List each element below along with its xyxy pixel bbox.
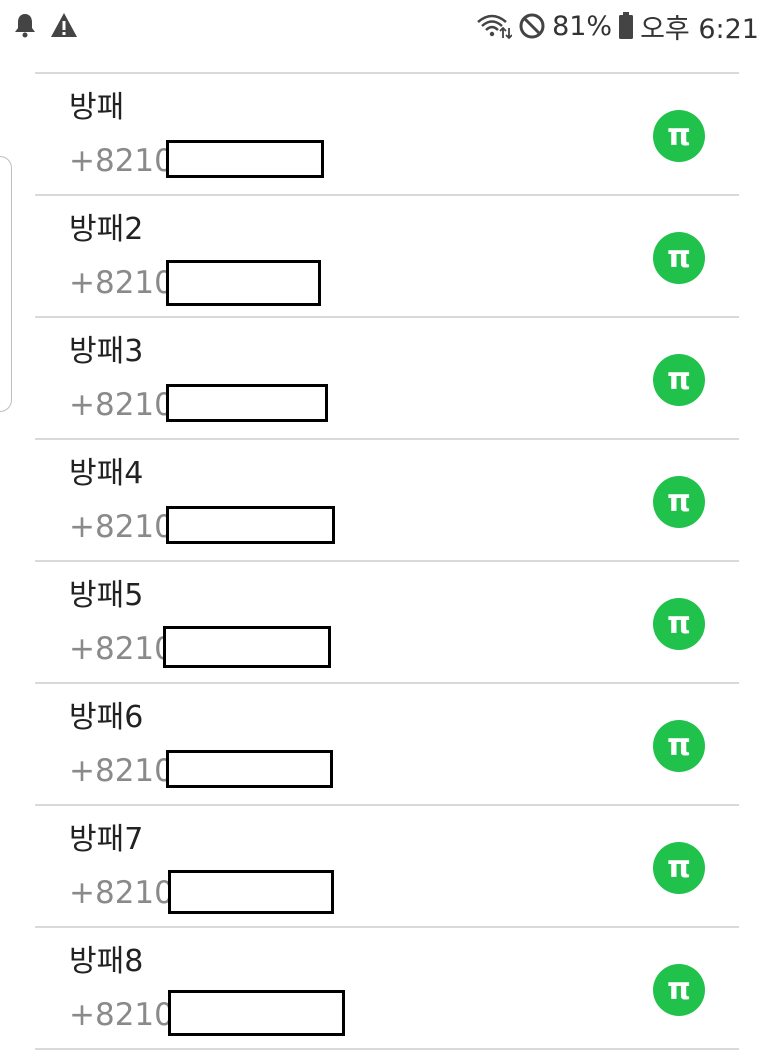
contact-row[interactable]: 방패5 +8210 π [35,562,739,682]
pi-badge-icon[interactable]: π [653,964,705,1016]
bell-icon [14,12,36,42]
status-right-icons: 81% 오후 6:21 [476,8,759,45]
status-bar: 81% 오후 6:21 [0,0,773,56]
edge-panel-handle[interactable] [0,156,12,412]
pi-badge-icon[interactable]: π [653,354,705,406]
pi-badge-icon[interactable]: π [653,842,705,894]
contact-number: +8210 [69,387,174,423]
contact-number: +8210 [69,265,174,301]
contact-number: +8210 [69,509,174,545]
contact-number: +8210 [69,631,174,667]
contact-row[interactable]: 방패 +8210 π [35,74,739,194]
contact-row[interactable]: 방패2 +8210 π [35,196,739,316]
warning-icon [50,12,78,42]
divider [35,1048,739,1050]
redaction-box [166,750,333,788]
contact-name: 방패3 [69,334,144,369]
contact-name: 방패2 [69,212,144,247]
contact-number: +8210 [69,875,174,911]
pi-badge-icon[interactable]: π [653,598,705,650]
contact-name: 방패 [69,90,125,125]
pi-badge-icon[interactable]: π [653,476,705,528]
pi-badge-icon[interactable]: π [653,110,705,162]
do-not-disturb-icon [518,12,546,40]
contact-name: 방패4 [69,456,144,491]
contact-row[interactable]: 방패4 +8210 π [35,440,739,560]
contact-list: 방패 +8210 π 방패2 +8210 π 방패3 +8210 π 방패4 +… [35,72,739,1050]
battery-percent: 81% [552,10,613,42]
redaction-box [163,626,331,668]
contact-name: 방패7 [69,822,144,857]
contact-row[interactable]: 방패7 +8210 π [35,806,739,926]
contact-name: 방패6 [69,700,144,735]
redaction-box [168,870,334,914]
contact-name: 방패5 [69,578,144,613]
redaction-box [166,140,324,178]
contact-row[interactable]: 방패6 +8210 π [35,684,739,804]
contact-number: +8210 [69,753,174,789]
contact-row[interactable]: 방패3 +8210 π [35,318,739,438]
contact-number: +8210 [69,997,174,1033]
clock-time: 오후 6:21 [640,13,759,45]
wifi-icon [476,12,513,40]
pi-badge-icon[interactable]: π [653,232,705,284]
redaction-box [166,506,335,544]
redaction-box [166,260,321,306]
status-left-icons [14,12,78,42]
contact-row[interactable]: 방패8 +8210 π [35,928,739,1048]
redaction-box [166,384,328,422]
redaction-box [168,990,345,1036]
pi-badge-icon[interactable]: π [653,720,705,772]
contact-name: 방패8 [69,944,144,979]
contact-number: +8210 [69,143,174,179]
battery-icon [618,12,634,40]
